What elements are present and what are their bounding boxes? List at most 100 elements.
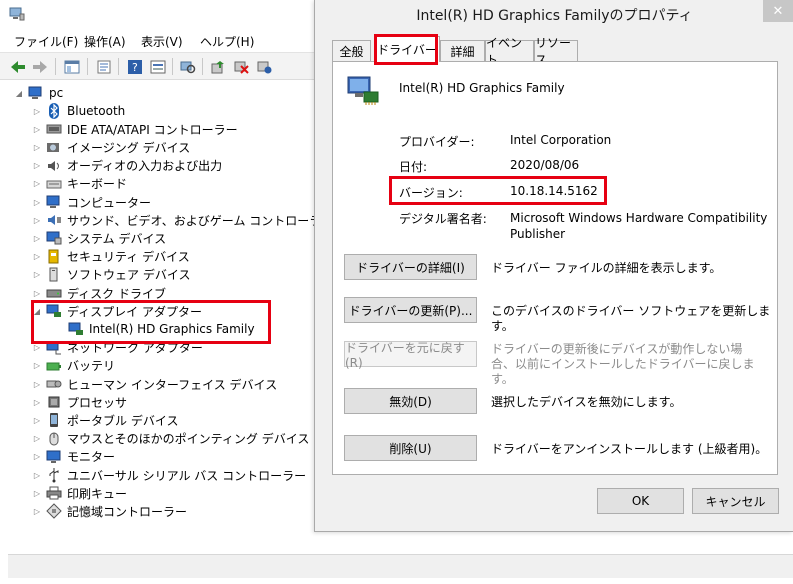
tab-driver[interactable]: ドライバー bbox=[374, 36, 440, 62]
tree-item[interactable]: ▷ コンピューター bbox=[32, 193, 151, 211]
collapse-arrow-icon[interactable]: ▷ bbox=[32, 288, 42, 298]
tree-item-label: バッテリ bbox=[67, 359, 116, 374]
collapse-arrow-icon[interactable]: ▷ bbox=[32, 124, 42, 134]
update-driver-desc: このデバイスのドライバー ソフトウェアを更新します。 bbox=[491, 304, 771, 333]
menu-action[interactable]: 操作(A) bbox=[84, 33, 126, 50]
collapse-arrow-icon[interactable]: ▷ bbox=[32, 434, 42, 444]
uninstall-driver-button[interactable]: 削除(U) bbox=[344, 435, 477, 461]
tree-item-label: pc bbox=[49, 86, 64, 100]
close-button[interactable]: ✕ bbox=[763, 0, 793, 22]
tab-general[interactable]: 全般 bbox=[332, 40, 371, 61]
tree-item-label: サウンド、ビデオ、およびゲーム コントローラー bbox=[67, 213, 334, 228]
update-driver-button[interactable]: ドライバーの更新(P)... bbox=[344, 297, 477, 323]
tree-item[interactable]: ▷ セキュリティ デバイス bbox=[32, 248, 190, 266]
collapse-arrow-icon[interactable]: ▷ bbox=[32, 361, 42, 371]
collapse-arrow-icon[interactable]: ▷ bbox=[32, 161, 42, 171]
toolbar: ? bbox=[0, 52, 330, 80]
update-driver-icon[interactable] bbox=[208, 57, 228, 76]
portable-device-icon bbox=[46, 412, 62, 428]
collapse-arrow-icon[interactable]: ▷ bbox=[32, 215, 42, 225]
scan-hardware-icon[interactable] bbox=[178, 57, 198, 76]
tree-item[interactable]: ▷ ユニバーサル シリアル バス コントローラー bbox=[32, 466, 306, 484]
device-tree: ◢ pc ▷ Bluetooth ▷ IDE ATA/ATAPI コントローラー ▷ イメージ… bbox=[8, 80, 333, 550]
device-name: Intel(R) HD Graphics Family bbox=[399, 81, 565, 95]
tree-item[interactable]: ▷ マウスとそのほかのポインティング デバイス bbox=[32, 430, 309, 448]
tree-item[interactable]: ▷ サウンド、ビデオ、およびゲーム コントローラー bbox=[32, 211, 333, 229]
tree-item-label: キーボード bbox=[67, 177, 128, 192]
expand-arrow-icon[interactable]: ◢ bbox=[32, 306, 42, 316]
rollback-driver-desc: ドライバーの更新後にデバイスが動作しない場合、以前にインストールしたドライバーに… bbox=[491, 342, 755, 386]
speaker-icon bbox=[46, 158, 62, 174]
tree-item-label: プロセッサ bbox=[67, 395, 128, 410]
tree-item-display-adapter[interactable]: ◢ ディスプレイ アダプター bbox=[32, 302, 202, 320]
menu-file[interactable]: ファイル(F) bbox=[14, 33, 78, 50]
enable-device-icon[interactable] bbox=[254, 57, 274, 76]
tree-item[interactable]: ▷ 印刷キュー bbox=[32, 484, 127, 502]
hid-icon bbox=[46, 376, 62, 392]
help-icon[interactable]: ? bbox=[125, 57, 145, 76]
tab-events[interactable]: イベント bbox=[485, 36, 534, 67]
tree-item-label: イメージング デバイス bbox=[67, 140, 191, 155]
show-hide-tree-icon[interactable] bbox=[62, 57, 82, 76]
menu-view[interactable]: 表示(V) bbox=[141, 33, 183, 50]
tree-item[interactable]: ▷ ソフトウェア デバイス bbox=[32, 266, 190, 284]
collapse-arrow-icon[interactable]: ▷ bbox=[32, 252, 42, 262]
rollback-driver-button[interactable]: ドライバーを元に戻す(R) bbox=[344, 341, 477, 370]
view-icon[interactable] bbox=[148, 57, 168, 76]
collapse-arrow-icon[interactable]: ▷ bbox=[32, 470, 42, 480]
tree-item[interactable]: ▷ ネットワーク アダプター bbox=[32, 339, 203, 357]
tab-details[interactable]: 詳細 bbox=[440, 40, 485, 61]
security-key-icon bbox=[46, 249, 62, 265]
tree-root[interactable]: ◢ pc bbox=[14, 84, 63, 102]
tree-item[interactable]: ▷ IDE ATA/ATAPI コントローラー bbox=[32, 120, 238, 138]
tree-item[interactable]: ▷ プロセッサ bbox=[32, 393, 127, 411]
signer-value: Microsoft Windows Hardware Compatibility… bbox=[510, 211, 768, 241]
tree-item[interactable]: ▷ オーディオの入力および出力 bbox=[32, 157, 222, 175]
collapse-arrow-icon[interactable]: ▷ bbox=[32, 452, 42, 462]
display-adapter-icon bbox=[46, 303, 62, 319]
collapse-arrow-icon[interactable]: ▷ bbox=[32, 197, 42, 207]
mouse-icon bbox=[46, 431, 62, 447]
collapse-arrow-icon[interactable]: ▷ bbox=[32, 397, 42, 407]
expand-arrow-icon[interactable]: ◢ bbox=[14, 88, 24, 98]
collapse-arrow-icon[interactable]: ▷ bbox=[32, 379, 42, 389]
date-value: 2020/08/06 bbox=[510, 158, 580, 172]
tree-item[interactable]: ▷ キーボード bbox=[32, 175, 127, 193]
provider-label: プロバイダー: bbox=[399, 135, 475, 149]
tree-item[interactable]: ▷ Bluetooth bbox=[32, 102, 125, 120]
collapse-arrow-icon[interactable]: ▷ bbox=[32, 179, 42, 189]
forward-icon[interactable] bbox=[30, 57, 50, 76]
collapse-arrow-icon[interactable]: ▷ bbox=[32, 488, 42, 498]
uninstall-device-icon[interactable] bbox=[231, 57, 251, 76]
collapse-arrow-icon[interactable]: ▷ bbox=[32, 343, 42, 353]
properties-dialog: Intel(R) HD Graphics Familyのプロパティ ✕ 全般 ド… bbox=[314, 0, 793, 532]
tree-item-intel-graphics[interactable]: Intel(R) HD Graphics Family bbox=[54, 320, 255, 338]
cancel-button[interactable]: キャンセル bbox=[692, 488, 779, 514]
tree-item-label: セキュリティ デバイス bbox=[67, 250, 190, 265]
tree-item[interactable]: ▷ システム デバイス bbox=[32, 229, 166, 247]
collapse-arrow-icon[interactable]: ▷ bbox=[32, 142, 42, 152]
network-adapter-icon bbox=[46, 340, 62, 356]
collapse-arrow-icon[interactable]: ▷ bbox=[32, 506, 42, 516]
collapse-arrow-icon[interactable]: ▷ bbox=[32, 270, 42, 280]
collapse-arrow-icon[interactable]: ▷ bbox=[32, 233, 42, 243]
collapse-arrow-icon[interactable]: ▷ bbox=[32, 106, 42, 116]
tab-resources[interactable]: リソース bbox=[534, 36, 578, 67]
menu-help[interactable]: ヘルプ(H) bbox=[200, 33, 254, 50]
collapse-arrow-icon[interactable]: ▷ bbox=[32, 415, 42, 425]
back-icon[interactable] bbox=[8, 57, 28, 76]
tree-item[interactable]: ▷ ヒューマン インターフェイス デバイス bbox=[32, 375, 277, 393]
tree-item[interactable]: ▷ バッテリ bbox=[32, 357, 115, 375]
ok-button[interactable]: OK bbox=[597, 488, 684, 514]
tree-item-label: コンピューター bbox=[67, 195, 152, 210]
tree-item[interactable]: ▷ 記憶域コントローラー bbox=[32, 502, 187, 520]
properties-icon[interactable] bbox=[94, 57, 114, 76]
disable-device-button[interactable]: 無効(D) bbox=[344, 388, 477, 414]
tree-item[interactable]: ▷ イメージング デバイス bbox=[32, 138, 190, 156]
display-adapter-icon bbox=[346, 74, 380, 109]
tree-item[interactable]: ▷ ポータブル デバイス bbox=[32, 411, 178, 429]
tree-item[interactable]: ▷ モニター bbox=[32, 448, 115, 466]
driver-details-button[interactable]: ドライバーの詳細(I) bbox=[344, 254, 477, 280]
tree-item[interactable]: ▷ ディスク ドライブ bbox=[32, 284, 166, 302]
